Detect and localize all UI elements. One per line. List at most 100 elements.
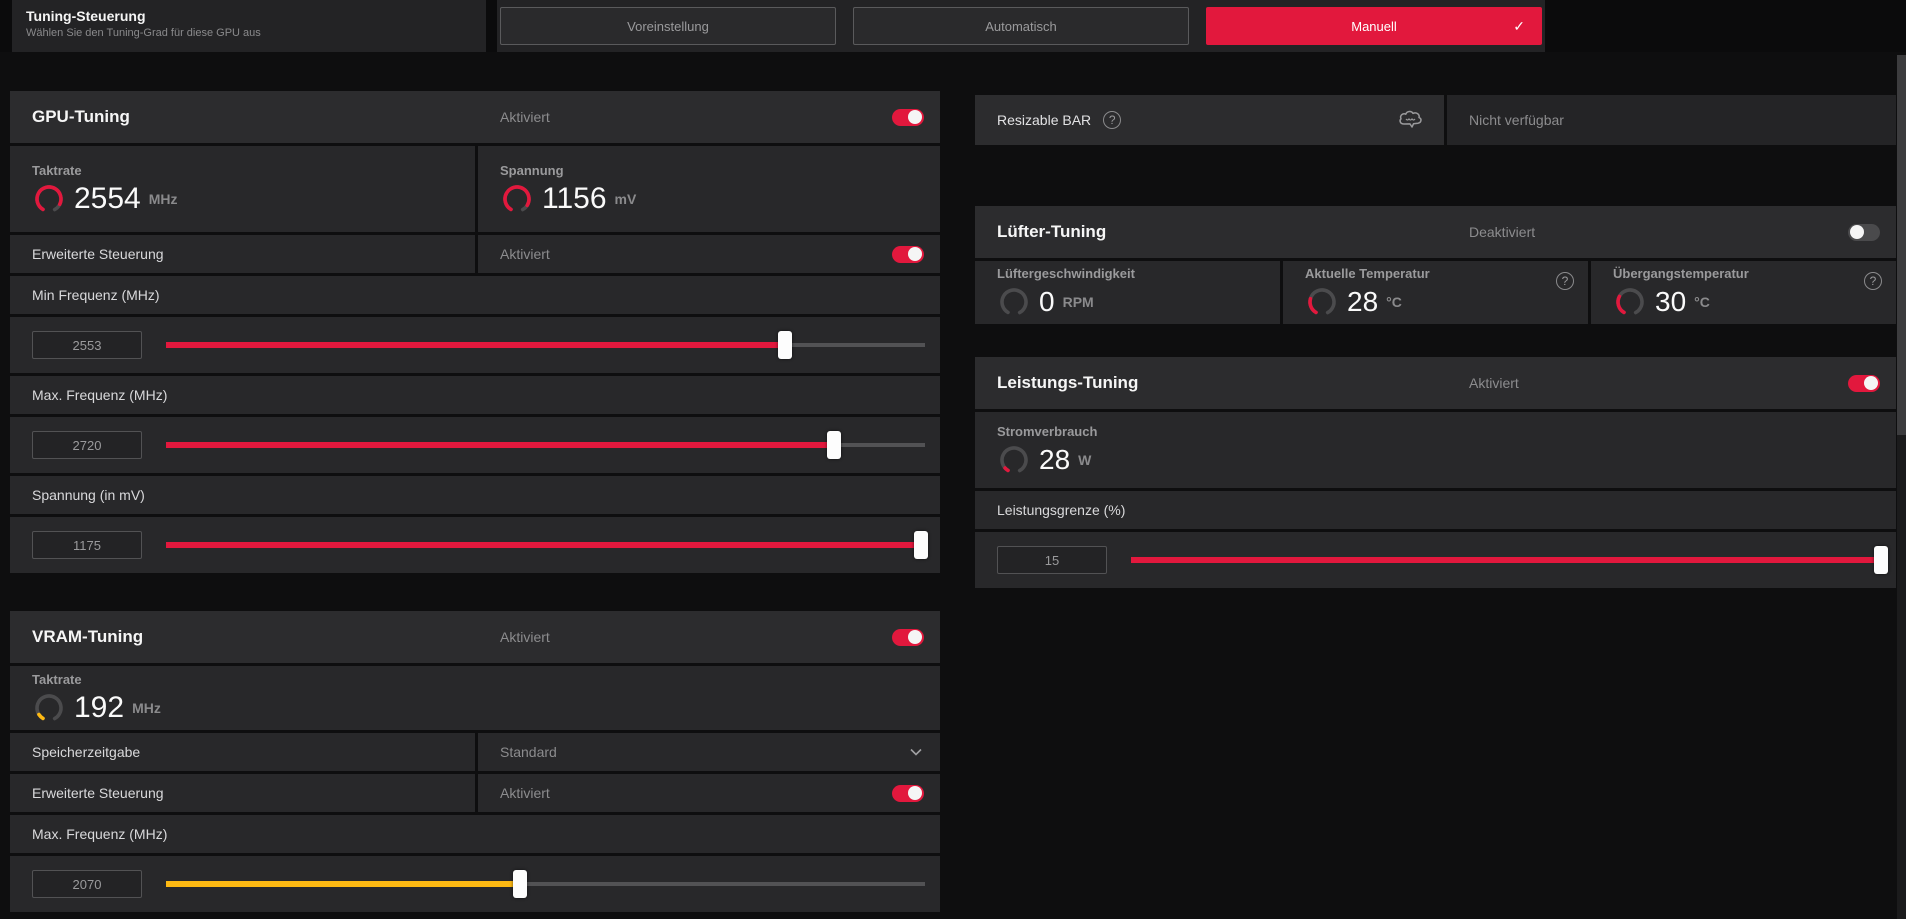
slider-fill <box>166 542 922 548</box>
preset-button[interactable]: Voreinstellung <box>500 7 836 45</box>
slider-thumb[interactable] <box>914 531 929 559</box>
gpu-max-freq-label: Max. Frequenz (MHz) <box>32 387 168 403</box>
toggle-knob-icon <box>908 110 922 124</box>
toggle-knob-icon <box>1850 225 1864 239</box>
tuning-header: Tuning-Steuerung Wählen Sie den Tuning-G… <box>12 0 486 52</box>
slider-fill <box>1131 557 1881 563</box>
slider-thumb[interactable] <box>826 431 841 459</box>
power-draw-unit: W <box>1078 451 1092 468</box>
gpu-advanced-status: Aktiviert <box>500 246 550 262</box>
check-icon: ✓ <box>1513 17 1525 34</box>
fan-tuning-title: Lüfter-Tuning <box>997 222 1107 241</box>
gauge-icon <box>997 443 1031 477</box>
page-title: Tuning-Steuerung <box>26 8 146 24</box>
toggle-knob-icon <box>1864 376 1878 390</box>
toggle-knob-icon <box>908 786 922 800</box>
current-temp-unit: °C <box>1386 294 1402 310</box>
vram-timing-label: Speicherzeitgabe <box>32 744 141 760</box>
gauge-icon <box>32 182 66 216</box>
toggle-knob-icon <box>908 247 922 261</box>
fan-tuning-status: Deaktiviert <box>1469 224 1536 240</box>
page-subtitle: Wählen Sie den Tuning-Grad für diese GPU… <box>26 27 261 39</box>
fan-speed-label: Lüftergeschwindigkeit <box>997 266 1135 281</box>
manual-button-label: Manuell <box>1351 18 1397 34</box>
vram-tuning-toggle[interactable] <box>892 628 924 646</box>
gpu-voltage-slider-label: Spannung (in mV) <box>32 487 145 503</box>
gpu-max-freq-slider[interactable] <box>166 431 925 459</box>
gpu-min-freq-label: Min Frequenz (MHz) <box>32 287 160 303</box>
junction-temp-label: Übergangstemperatur <box>1613 266 1749 281</box>
gpu-tuning-title: GPU-Tuning <box>32 107 130 126</box>
power-draw-label: Stromverbrauch <box>997 423 1098 439</box>
automatic-button-label: Automatisch <box>985 18 1057 34</box>
help-icon[interactable]: ? <box>1103 111 1122 129</box>
scrollbar-thumb[interactable] <box>1897 55 1906 435</box>
gpu-max-freq-input[interactable] <box>32 431 142 459</box>
vram-tuning-panel: VRAM-Tuning Aktiviert Taktrate 192 MHz S… <box>10 611 940 912</box>
vram-clock-value: 192 <box>74 690 125 724</box>
vram-tuning-title: VRAM-Tuning <box>32 627 144 646</box>
power-limit-label: Leistungsgrenze (%) <box>997 502 1126 518</box>
preset-button-label: Voreinstellung <box>627 18 709 34</box>
help-icon[interactable]: ? <box>1864 272 1882 290</box>
tuning-mode-buttons: Voreinstellung Automatisch Manuell ✓ <box>497 0 1545 52</box>
vram-clock-unit: MHz <box>132 699 161 716</box>
gpu-clock-unit: MHz <box>148 190 178 207</box>
gpu-advanced-label: Erweiterte Steuerung <box>32 246 164 262</box>
fan-speed-value: 0 <box>1039 286 1055 317</box>
gpu-min-freq-slider[interactable] <box>166 331 925 359</box>
gauge-icon <box>997 285 1031 319</box>
junction-temp-value: 30 <box>1655 286 1687 317</box>
vram-advanced-toggle[interactable] <box>892 784 924 802</box>
gpu-tuning-panel: GPU-Tuning Aktiviert Taktrate 2554 MHz S… <box>10 91 940 573</box>
current-temp-label: Aktuelle Temperatur <box>1305 266 1430 281</box>
gpu-min-freq-input[interactable] <box>32 331 142 359</box>
junction-temp-unit: °C <box>1694 294 1710 310</box>
resizable-bar-row: Resizable BAR ? Nicht verfügbar <box>975 95 1896 145</box>
fan-tuning-panel: Lüfter-Tuning Deaktiviert Lüftergeschwin… <box>975 206 1896 324</box>
power-limit-input[interactable] <box>997 546 1107 574</box>
gpu-tuning-status: Aktiviert <box>500 109 550 125</box>
toggle-knob-icon <box>908 630 922 644</box>
gpu-clock-label: Taktrate <box>32 162 82 178</box>
gpu-tuning-toggle[interactable] <box>892 108 924 126</box>
resizable-bar-label: Resizable BAR <box>997 112 1092 128</box>
gpu-advanced-toggle[interactable] <box>892 245 924 263</box>
resizable-bar-status: Nicht verfügbar <box>1469 112 1564 128</box>
fan-tuning-toggle[interactable] <box>1848 223 1880 241</box>
power-tuning-status: Aktiviert <box>1469 375 1519 391</box>
gauge-icon <box>1305 285 1339 319</box>
vram-max-freq-label: Max. Frequenz (MHz) <box>32 826 168 842</box>
fan-speed-unit: RPM <box>1062 294 1094 310</box>
gpu-voltage-value: 1156 <box>542 181 607 215</box>
slider-thumb[interactable] <box>777 331 792 359</box>
vram-clock-label: Taktrate <box>32 671 82 687</box>
automatic-button[interactable]: Automatisch <box>853 7 1189 45</box>
gpu-clock-value: 2554 <box>74 181 141 215</box>
gauge-icon <box>1613 285 1647 319</box>
chevron-down-icon[interactable] <box>908 744 924 760</box>
slider-thumb[interactable] <box>512 870 527 898</box>
gpu-voltage-input[interactable] <box>32 531 142 559</box>
power-tuning-toggle[interactable] <box>1848 374 1880 392</box>
power-tuning-title: Leistungs-Tuning <box>997 373 1139 392</box>
scrollbar[interactable] <box>1897 55 1906 919</box>
current-temp-value: 28 <box>1347 286 1379 317</box>
manual-button[interactable]: Manuell ✓ <box>1206 7 1542 45</box>
gauge-icon <box>32 691 66 725</box>
help-icon[interactable]: ? <box>1556 272 1574 290</box>
vram-advanced-label: Erweiterte Steuerung <box>32 785 164 801</box>
vram-max-freq-input[interactable] <box>32 870 142 898</box>
power-tuning-panel: Leistungs-Tuning Aktiviert Stromverbrauc… <box>975 357 1896 588</box>
power-limit-slider[interactable] <box>1131 546 1888 574</box>
gpu-voltage-slider[interactable] <box>166 531 929 559</box>
vram-max-freq-slider[interactable] <box>166 870 925 898</box>
vram-timing-dropdown[interactable]: Standard <box>478 733 940 771</box>
vram-tuning-status: Aktiviert <box>500 629 550 645</box>
slider-thumb[interactable] <box>1874 546 1888 574</box>
tuning-top-bar: Tuning-Steuerung Wählen Sie den Tuning-G… <box>0 0 1906 52</box>
slider-fill <box>166 881 520 887</box>
power-draw-value: 28 <box>1039 443 1071 475</box>
gpu-voltage-unit: mV <box>614 190 637 207</box>
slider-fill <box>166 442 834 448</box>
